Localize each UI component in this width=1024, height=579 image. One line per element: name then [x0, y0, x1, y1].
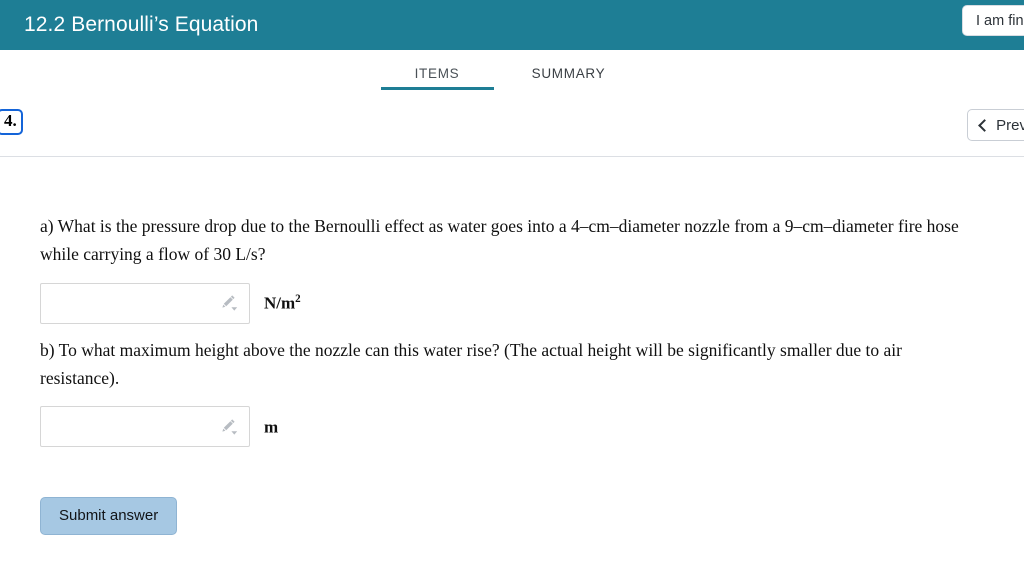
question-part-b-text: b) To what maximum height above the nozz…	[40, 339, 902, 389]
tab-summary[interactable]: SUMMARY	[494, 50, 644, 81]
answer-box-b[interactable]	[40, 406, 250, 448]
prev-button[interactable]: Prev	[967, 109, 1024, 141]
answer-box-a[interactable]	[40, 282, 250, 324]
question-part-a-text: a) What is the pressure drop due to the …	[40, 216, 959, 265]
item-number-badge[interactable]: 4.	[0, 109, 23, 135]
submit-area: Submit answer	[40, 497, 984, 536]
submit-answer-button[interactable]: Submit answer	[40, 497, 178, 536]
question-content: a) What is the pressure drop due to the …	[0, 157, 1024, 536]
pencil-icon[interactable]	[218, 292, 240, 314]
app-header: 12.2 Bernoulli’s Equation I am finished	[0, 0, 1024, 50]
tab-bar: ITEMS SUMMARY	[0, 50, 1024, 95]
answer-row-a: N/m2	[40, 282, 984, 324]
i-am-finished-button[interactable]: I am finished	[962, 5, 1024, 36]
prev-button-label: Prev	[996, 116, 1024, 134]
pencil-icon[interactable]	[218, 416, 240, 438]
tab-items[interactable]: ITEMS	[380, 50, 494, 90]
item-navigation-bar: 4. Prev	[0, 95, 1024, 157]
caret-down-icon	[231, 431, 238, 435]
caret-down-icon	[231, 307, 238, 311]
page-title: 12.2 Bernoulli’s Equation	[24, 13, 259, 36]
unit-label-b: m	[264, 417, 279, 437]
answer-row-b: m	[40, 406, 984, 448]
unit-label-a: N/m2	[264, 292, 301, 313]
chevron-left-icon	[978, 118, 992, 132]
